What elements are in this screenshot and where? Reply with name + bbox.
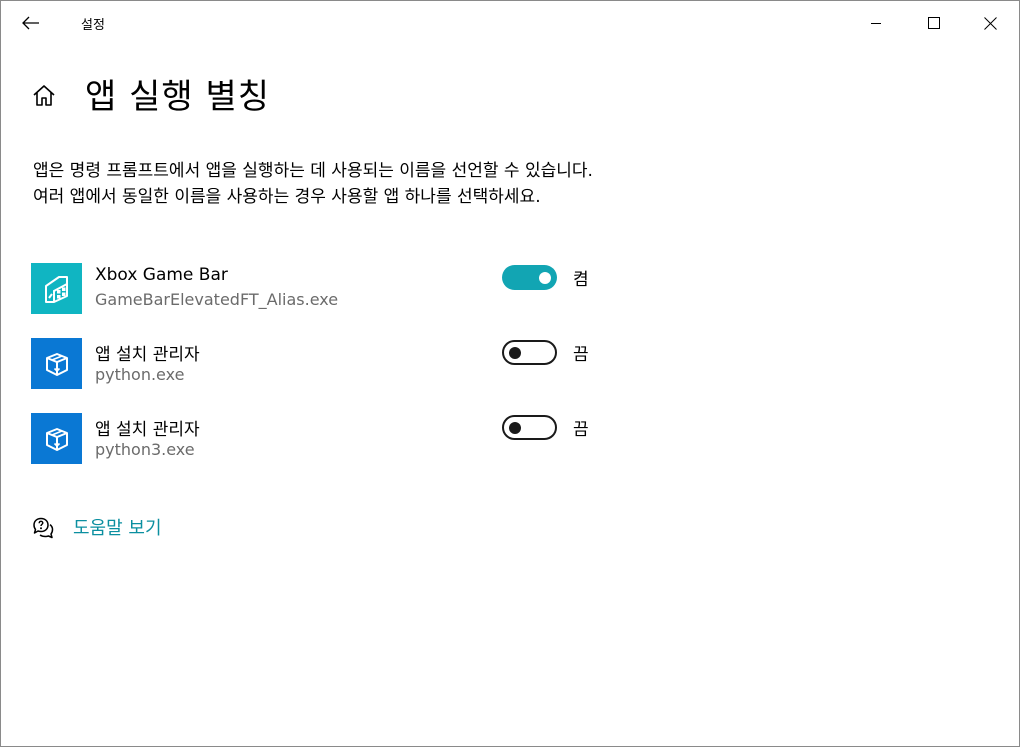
list-item-python3: 앱 설치 관리자 python3.exe 끔 <box>31 413 611 465</box>
close-icon <box>983 16 997 30</box>
app-name: Xbox Game Bar <box>95 265 228 285</box>
toggle-knob <box>509 346 521 359</box>
back-arrow-icon <box>22 16 39 30</box>
alias-toggle[interactable] <box>502 265 557 290</box>
list-item-python: 앱 설치 관리자 python.exe 끔 <box>31 338 611 390</box>
app-name: 앱 설치 관리자 <box>95 345 200 365</box>
app-tile <box>31 263 82 314</box>
home-button[interactable] <box>31 83 57 109</box>
title-bar: 설정 <box>1 1 1019 45</box>
back-button[interactable] <box>11 5 51 41</box>
toggle-knob <box>509 421 521 434</box>
alias-toggle[interactable] <box>502 415 557 440</box>
toggle-state-label: 끔 <box>573 345 589 365</box>
minimize-icon <box>871 23 881 24</box>
toggle-state-label: 켬 <box>573 270 589 290</box>
get-help-link[interactable]: 도움말 보기 <box>73 514 162 540</box>
alias-toggle[interactable] <box>502 340 557 365</box>
toggle-knob <box>539 271 551 284</box>
page-description: 앱은 명령 프롬프트에서 앱을 실행하는 데 사용되는 이름을 선언할 수 있습… <box>33 161 593 207</box>
list-item-xbox-game-bar: Xbox Game Bar GameBarElevatedFT_Alias.ex… <box>31 263 611 315</box>
close-button[interactable] <box>967 1 1013 45</box>
minimize-button[interactable] <box>853 1 899 45</box>
app-name: 앱 설치 관리자 <box>95 420 200 440</box>
window-title: 설정 <box>81 18 105 33</box>
maximize-icon <box>928 17 940 29</box>
home-icon <box>33 85 55 106</box>
toggle-state-label: 끔 <box>573 420 589 440</box>
app-tile <box>31 338 82 389</box>
app-exe: GameBarElevatedFT_Alias.exe <box>95 290 339 309</box>
page-title: 앱 실행 별칭 <box>85 77 271 117</box>
app-installer-icon <box>45 427 68 451</box>
maximize-button[interactable] <box>911 1 957 45</box>
app-tile <box>31 413 82 464</box>
app-installer-icon <box>45 352 68 376</box>
app-exe: python3.exe <box>95 440 195 459</box>
xbox-game-bar-icon <box>44 275 68 303</box>
app-exe: python.exe <box>95 365 185 384</box>
help-chat-icon <box>31 515 55 539</box>
settings-window: 설정 앱 실행 별칭 앱은 명령 프롬프트에서 앱을 실행하는 데 사용되는 이… <box>0 0 1020 747</box>
